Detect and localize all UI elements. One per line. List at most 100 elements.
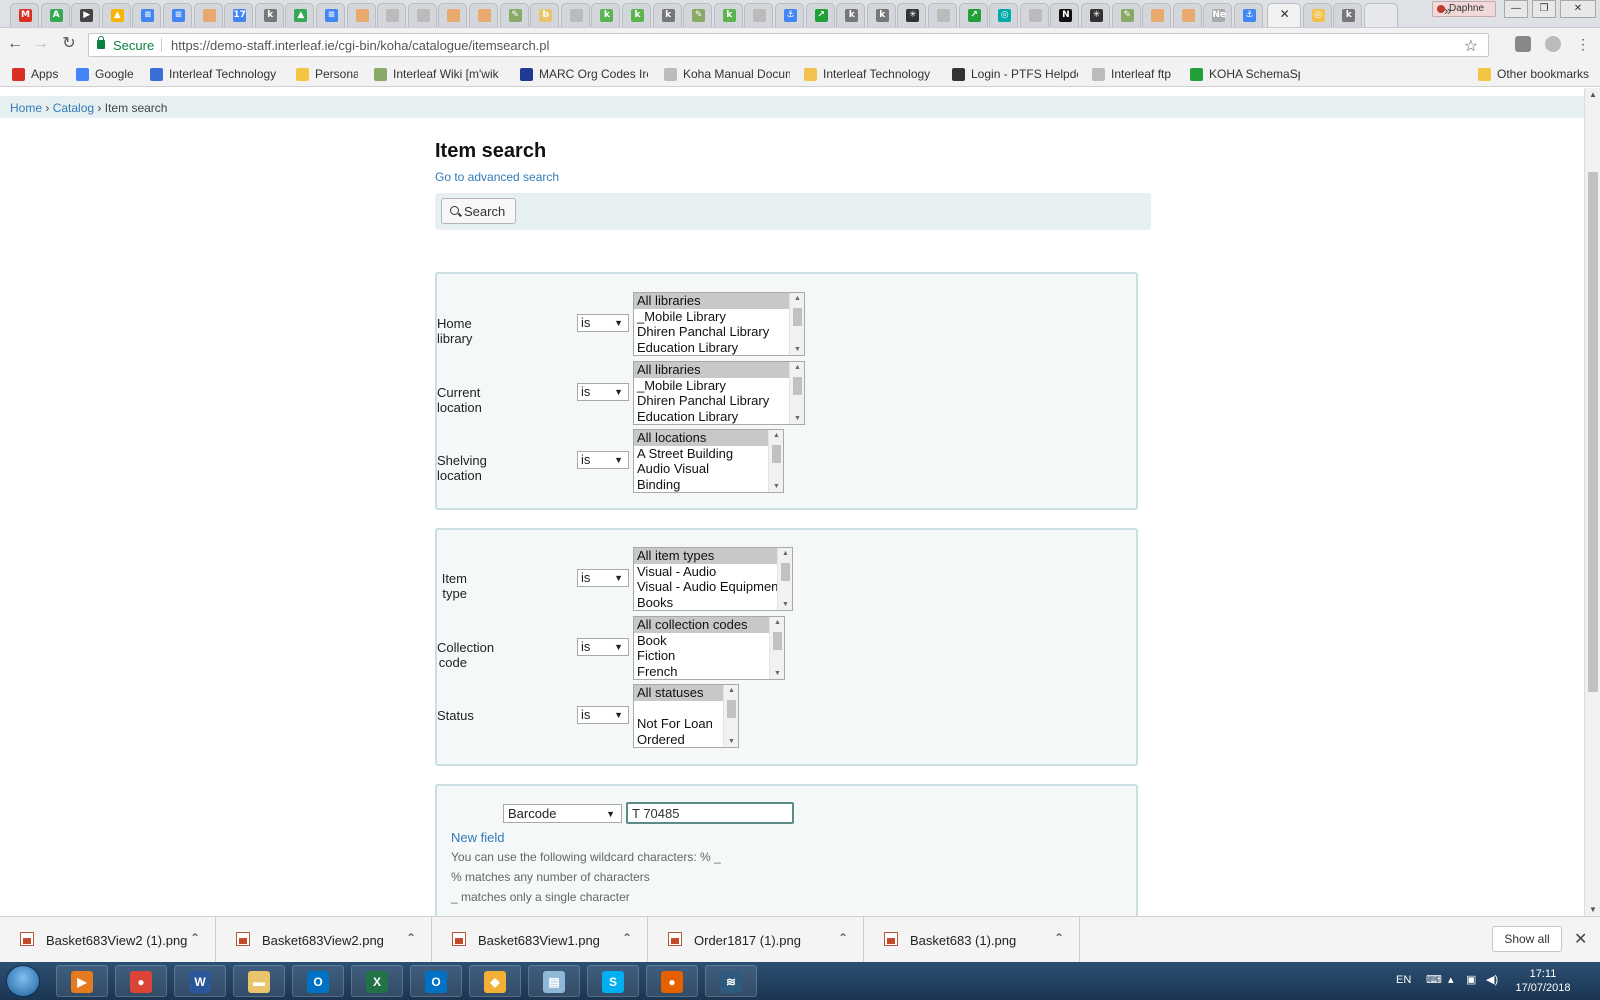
browser-tab[interactable] xyxy=(1142,3,1172,27)
listbox-option[interactable]: Fiction xyxy=(634,648,784,664)
browser-tab[interactable] xyxy=(560,3,590,27)
listbox-option[interactable]: Book xyxy=(634,633,784,649)
restore-button[interactable]: ❐ xyxy=(1532,0,1556,18)
taskbar-app-outlook[interactable]: O xyxy=(292,965,344,997)
listbox-option[interactable]: Visual - Audio xyxy=(634,564,792,580)
scrollbar-thumb[interactable] xyxy=(773,632,782,650)
scrollbar-thumb[interactable] xyxy=(772,445,781,463)
browser-tab[interactable]: N xyxy=(1050,3,1080,27)
taskbar-app-word[interactable]: W xyxy=(174,965,226,997)
download-item[interactable]: Basket683View2 (1).png ⌃ xyxy=(0,917,216,963)
browser-tab[interactable]: k xyxy=(866,3,896,27)
listbox-option[interactable]: All libraries xyxy=(634,293,804,309)
listbox-option[interactable]: All item types xyxy=(634,548,792,564)
listbox-option[interactable]: Education Library xyxy=(634,340,804,356)
download-item[interactable]: Order1817 (1).png ⌃ xyxy=(648,917,864,963)
tab-close-icon[interactable]: ✕ xyxy=(1280,7,1290,21)
listbox-scrollbar[interactable]: ▲ ▼ xyxy=(777,548,792,610)
window-close-button[interactable]: ✕ xyxy=(1560,0,1596,18)
browser-tab[interactable]: ⚓ xyxy=(775,3,804,27)
taskbar-app-notepad[interactable]: ▤ xyxy=(528,965,580,997)
chevron-up-icon[interactable]: ⌃ xyxy=(838,931,848,945)
bookmark-item[interactable]: Koha Manual Docum xyxy=(664,67,790,83)
taskbar-app-explorer[interactable]: ▬ xyxy=(233,965,285,997)
reload-icon[interactable]: ↻ xyxy=(60,35,78,53)
bookmark-star-icon[interactable]: ☆ xyxy=(1464,36,1478,56)
profile-button[interactable]: Daphne xyxy=(1432,1,1496,17)
browser-tab[interactable]: k xyxy=(652,3,682,27)
filter-listbox[interactable]: All libraries _Mobile Library Dhiren Panch… xyxy=(633,292,805,356)
new-field-link[interactable]: New field xyxy=(451,830,504,845)
page-scrollbar[interactable]: ▲ ▼ xyxy=(1584,88,1600,916)
browser-tab[interactable]: ✳ xyxy=(897,3,927,27)
browser-tab[interactable] xyxy=(744,3,774,27)
listbox-option[interactable]: French xyxy=(634,664,784,680)
listbox-option[interactable]: Binding xyxy=(634,477,783,493)
chevron-up-icon[interactable]: ⌃ xyxy=(406,931,416,945)
filter-operator-select[interactable]: is ▼ xyxy=(577,451,629,469)
browser-tab[interactable]: M xyxy=(10,3,39,27)
listbox-scrollbar[interactable]: ▲ ▼ xyxy=(769,617,784,679)
browser-tab[interactable]: k xyxy=(591,3,621,27)
scroll-up-icon[interactable]: ▲ xyxy=(1589,90,1597,99)
listbox-option[interactable]: All collection codes xyxy=(634,617,784,633)
scrollbar-thumb[interactable] xyxy=(793,308,802,326)
scroll-up-icon[interactable]: ▲ xyxy=(782,550,789,557)
scroll-down-icon[interactable]: ▼ xyxy=(773,483,780,490)
address-bar[interactable]: Secure https://demo-staff.interleaf.ie/c… xyxy=(88,33,1489,57)
browser-tab[interactable]: k xyxy=(1333,3,1363,27)
listbox-option[interactable]: Audio Visual xyxy=(634,461,783,477)
bookmark-item[interactable]: KOHA SchemaSpy xyxy=(1190,67,1300,83)
scroll-down-icon[interactable]: ▼ xyxy=(794,415,801,422)
listbox-scrollbar[interactable]: ▲ ▼ xyxy=(768,430,783,492)
listbox-scrollbar[interactable]: ▲ ▼ xyxy=(723,685,738,747)
browser-tab[interactable] xyxy=(407,3,437,27)
listbox-option[interactable]: Visual - Audio Equipment xyxy=(634,579,792,595)
search-field-select[interactable]: Barcode ▼ xyxy=(503,804,622,823)
taskbar-app-outlook-2[interactable]: O xyxy=(410,965,462,997)
tray-expand-icon[interactable]: ▴ xyxy=(1448,973,1454,986)
listbox-option[interactable]: Dhiren Panchal Library xyxy=(634,393,804,409)
taskbar-app-sharepoint[interactable]: ◆ xyxy=(469,965,521,997)
browser-tab[interactable]: k xyxy=(713,3,743,27)
chevron-up-icon[interactable]: ⌃ xyxy=(1054,931,1064,945)
taskbar-app-skype[interactable]: S xyxy=(587,965,639,997)
browser-tab[interactable]: ✎ xyxy=(1111,3,1141,27)
taskbar-app-excel[interactable]: X xyxy=(351,965,403,997)
close-downloads-icon[interactable]: ✕ xyxy=(1574,929,1587,949)
browser-tab[interactable] xyxy=(438,3,468,27)
bookmark-item[interactable]: Interleaf Wiki [m'wik xyxy=(374,67,504,83)
back-icon[interactable]: ← xyxy=(6,35,24,53)
download-item[interactable]: Basket683View2.png ⌃ xyxy=(216,917,432,963)
bookmark-item[interactable]: Login - PTFS Helpde xyxy=(952,67,1078,83)
active-tab[interactable]: ✕ xyxy=(1266,3,1301,27)
browser-tab[interactable]: ◎ xyxy=(1302,3,1332,27)
filter-operator-select[interactable]: is ▼ xyxy=(577,638,629,656)
chevron-up-icon[interactable]: ⌃ xyxy=(622,931,632,945)
filter-operator-select[interactable]: is ▼ xyxy=(577,569,629,587)
other-bookmarks[interactable]: Other bookmarks xyxy=(1478,67,1589,83)
taskbar-app-media-player[interactable]: ▶ xyxy=(56,965,108,997)
browser-tab[interactable]: 17 xyxy=(224,3,254,27)
language-indicator[interactable]: EN xyxy=(1396,974,1411,986)
browser-tab[interactable]: ✳ xyxy=(1081,3,1110,27)
browser-tab[interactable]: ▲ xyxy=(285,3,315,27)
extension-2-icon[interactable] xyxy=(1545,36,1561,52)
url-text[interactable]: https://demo-staff.interleaf.ie/cgi-bin/… xyxy=(171,38,549,53)
listbox-option[interactable]: All libraries xyxy=(634,362,804,378)
scroll-up-icon[interactable]: ▲ xyxy=(774,619,781,626)
filter-listbox[interactable]: All item types Visual - Audio Visual - Aud… xyxy=(633,547,793,611)
breadcrumb-catalog[interactable]: Catalog xyxy=(53,101,94,115)
filter-operator-select[interactable]: is ▼ xyxy=(577,314,629,332)
scroll-down-icon[interactable]: ▼ xyxy=(782,601,789,608)
new-tab-button[interactable] xyxy=(1363,3,1398,27)
scroll-up-icon[interactable]: ▲ xyxy=(728,687,735,694)
browser-tab[interactable]: b xyxy=(530,3,560,27)
browser-tab[interactable]: ⚓ xyxy=(1234,3,1263,27)
browser-tab[interactable] xyxy=(193,3,223,27)
browser-tab[interactable] xyxy=(377,3,407,27)
listbox-option[interactable]: Dhiren Panchal Library xyxy=(634,324,804,340)
show-all-downloads-button[interactable]: Show all xyxy=(1492,926,1562,952)
filter-listbox[interactable]: All libraries _Mobile Library Dhiren Panch… xyxy=(633,361,805,425)
browser-tab[interactable]: ↗ xyxy=(958,3,988,27)
